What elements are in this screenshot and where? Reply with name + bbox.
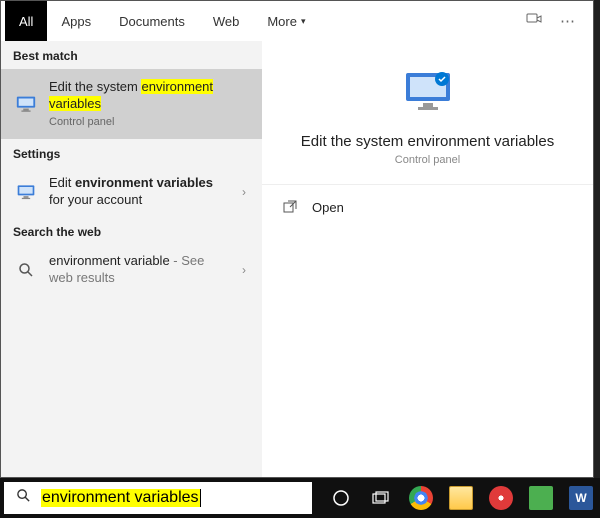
app-word-icon[interactable]: W [562,478,600,518]
taskbar-icons: W [316,478,600,518]
chevron-right-icon: › [236,185,252,199]
windows-search-panel: All Apps Documents Web More ▾ ⋯ Best mat… [0,0,594,478]
taskbar: environment variables W [0,478,600,518]
tab-documents[interactable]: Documents [105,1,199,41]
tab-all[interactable]: All [5,1,47,41]
action-open-label: Open [312,200,344,215]
result-best-subtitle: Control panel [49,115,252,129]
section-settings: Settings [1,139,262,167]
app-green-icon[interactable] [522,478,560,518]
monitor-large-icon [400,65,456,121]
detail-subtitle: Control panel [395,154,460,166]
result-best-match[interactable]: Edit the system environment variables Co… [1,69,262,139]
search-input-value: environment variables [42,489,199,506]
chevron-down-icon: ▾ [301,16,306,27]
tab-more[interactable]: More ▾ [253,1,319,41]
feedback-icon[interactable] [526,11,542,31]
tab-more-label: More [267,14,297,29]
more-options-icon[interactable]: ⋯ [560,12,575,30]
search-tabs: All Apps Documents Web More ▾ ⋯ [1,1,593,41]
action-open[interactable]: Open [262,185,593,229]
app-chrome-icon[interactable] [402,478,440,518]
monitor-icon [15,93,37,115]
tab-apps[interactable]: Apps [47,1,105,41]
taskbar-search-box[interactable]: environment variables [4,482,312,514]
result-best-title: Edit the system environment variables Co… [49,79,252,129]
detail-title: Edit the system environment variables [301,133,554,150]
open-icon [282,199,298,215]
section-search-web: Search the web [1,217,262,245]
chevron-right-icon: › [236,263,252,277]
cortana-icon[interactable] [322,478,360,518]
result-web-item[interactable]: environment variable - See web results › [1,245,262,295]
tab-web[interactable]: Web [199,1,254,41]
results-list: Best match Edit the system environment v… [1,41,262,477]
watermark: wsxdn.com [535,465,594,476]
section-best-match: Best match [1,41,262,69]
app-red-icon[interactable] [482,478,520,518]
monitor-icon [15,181,37,203]
result-web-title: environment variable - See web results [49,253,224,287]
search-icon [15,259,37,281]
task-view-icon[interactable] [362,478,400,518]
result-settings-item[interactable]: Edit environment variables for your acco… [1,167,262,217]
search-icon [16,488,31,508]
app-explorer-icon[interactable] [442,478,480,518]
result-settings-title: Edit environment variables for your acco… [49,175,224,209]
detail-pane: Edit the system environment variables Co… [262,41,593,477]
